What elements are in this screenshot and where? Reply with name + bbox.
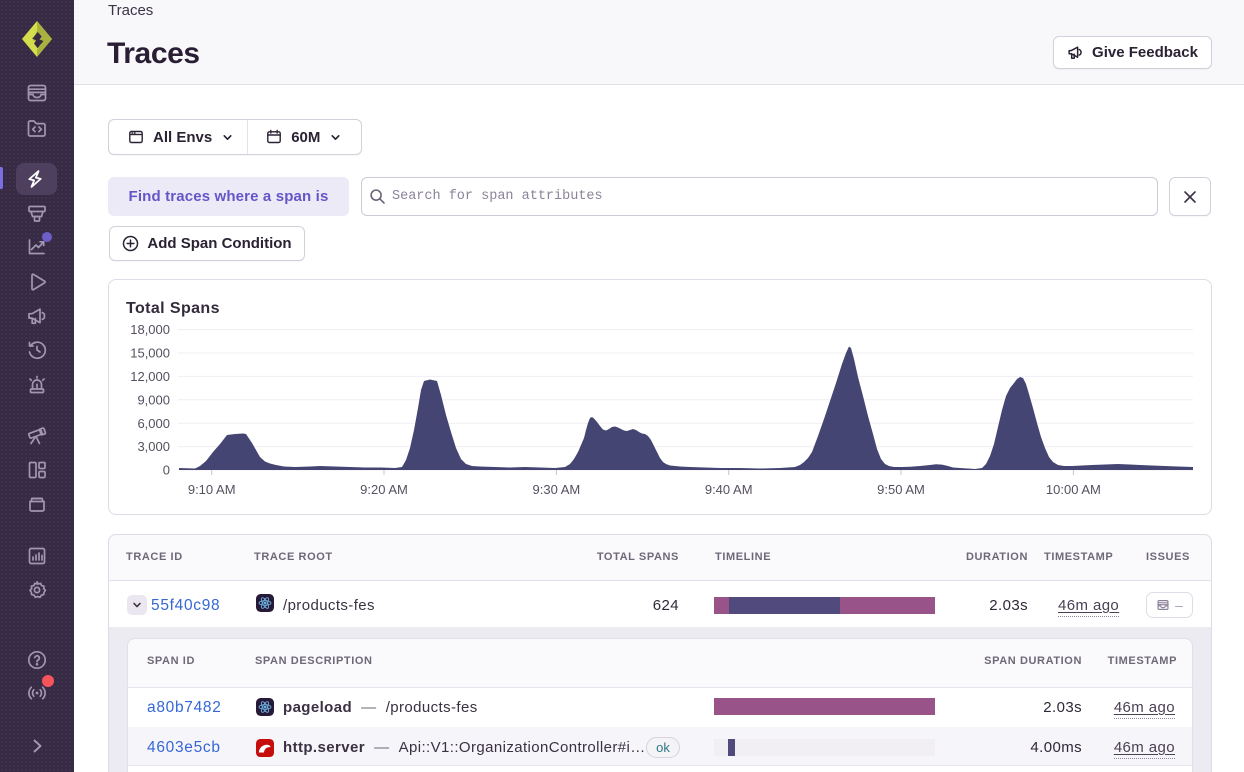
svg-text:9:20 AM: 9:20 AM	[360, 482, 408, 497]
svg-text:12,000: 12,000	[130, 369, 170, 384]
svg-text:9,000: 9,000	[137, 392, 170, 407]
svg-text:9:10 AM: 9:10 AM	[188, 482, 236, 497]
svg-text:15,000: 15,000	[130, 346, 170, 361]
svg-text:3,000: 3,000	[137, 439, 170, 454]
svg-text:18,000: 18,000	[130, 322, 170, 337]
svg-text:9:30 AM: 9:30 AM	[533, 482, 581, 497]
svg-text:6,000: 6,000	[137, 416, 170, 431]
svg-text:0: 0	[163, 463, 170, 478]
svg-text:9:40 AM: 9:40 AM	[705, 482, 753, 497]
svg-text:9:50 AM: 9:50 AM	[877, 482, 925, 497]
svg-text:10:00 AM: 10:00 AM	[1046, 482, 1101, 497]
